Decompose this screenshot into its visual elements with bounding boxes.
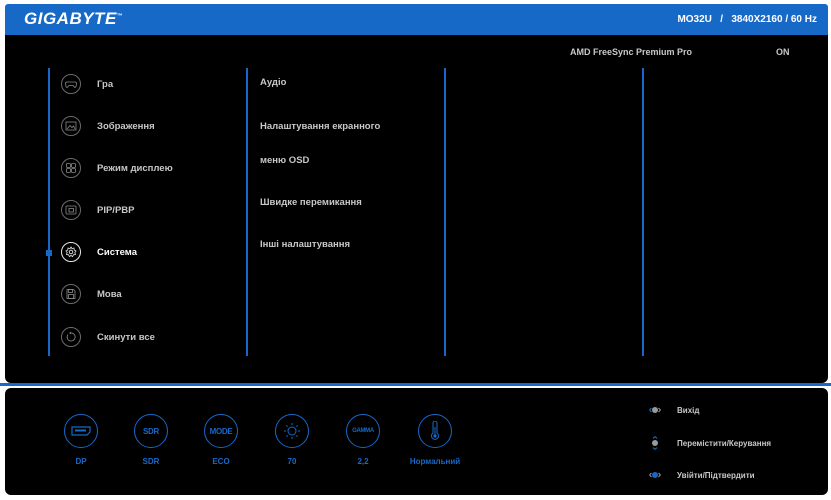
help-enter-label: Увійти/Підтвердити [677, 470, 755, 480]
menu-item-label: Режим дисплею [97, 162, 173, 174]
model-separator: / [720, 14, 724, 25]
joystick-updown-icon [647, 435, 663, 451]
menu-column-line [48, 68, 50, 356]
panel-divider [0, 383, 831, 386]
submenu-item-other-settings[interactable]: Інші налаштування [260, 239, 350, 250]
status-input: DP [61, 414, 101, 466]
joystick-press-icon [647, 467, 663, 483]
menu-item-display-mode[interactable]: Режим дисплею [61, 157, 173, 179]
osd-screen: GIGABYTE™ MO32U / 3840X2160 / 60 Hz AMD … [0, 0, 831, 500]
header-bar: GIGABYTE™ MO32U / 3840X2160 / 60 Hz [5, 4, 828, 35]
submenu-item-audio[interactable]: Аудіо [260, 77, 286, 88]
help-move-label: Перемістити/Керування [677, 438, 772, 448]
status-gamma: GAMMA 2,2 [343, 414, 383, 466]
submenu-item-osd-settings-line2[interactable]: меню OSD [260, 155, 309, 166]
help-move: Перемістити/Керування [647, 435, 771, 451]
gamma-icon: GAMMA [346, 414, 380, 448]
main-menu-panel: AMD FreeSync Premium Pro ON Гра Зображен… [5, 35, 828, 383]
dynamic-range-value: SDR [142, 457, 160, 466]
status-picture-mode: MODE ECO [201, 414, 241, 466]
menu-item-label: Система [97, 246, 137, 258]
reset-icon [61, 327, 81, 347]
gamepad-icon [61, 74, 81, 94]
help-exit: Вихід [647, 402, 699, 418]
menu-item-pip-pbp[interactable]: PIP/PBP [61, 199, 135, 221]
resolution-text: 3840X2160 / 60 Hz [731, 14, 817, 25]
joystick-left-icon [647, 402, 663, 418]
values-column-line [642, 68, 644, 356]
menu-item-system[interactable]: Система [61, 241, 137, 263]
menu-item-label: PIP/PBP [97, 204, 135, 216]
menu-item-game[interactable]: Гра [61, 73, 113, 95]
submenu-item-osd-settings[interactable]: Налаштування екранного [260, 121, 380, 132]
brightness-value: 70 [287, 457, 297, 466]
model-info: MO32U / 3840X2160 / 60 Hz [677, 14, 817, 25]
mode-icon: MODE [204, 414, 238, 448]
color-temperature-value: Нормальний [409, 457, 461, 466]
display-mode-icon [61, 158, 81, 178]
pip-icon [61, 200, 81, 220]
submenu-column-line [246, 68, 248, 356]
selection-marker [46, 250, 52, 256]
save-icon [61, 284, 81, 304]
port-icon [64, 414, 98, 448]
menu-item-label: Зображення [97, 120, 155, 132]
gear-icon [61, 242, 81, 262]
help-exit-label: Вихід [677, 405, 700, 415]
menu-item-language[interactable]: Мова [61, 283, 122, 305]
model-name: MO32U [677, 14, 712, 25]
gamma-value: 2,2 [357, 457, 369, 466]
submenu-item-quick-switch[interactable]: Швидке перемикання [260, 197, 362, 208]
status-panel: DP SDR SDR MODE ECO 70 GAMMA 2,2 Нормаль… [5, 388, 828, 495]
picture-mode-value: ECO [212, 457, 230, 466]
brand-logo: GIGABYTE™ [24, 9, 124, 28]
status-color-temperature: Нормальний [410, 414, 460, 466]
help-enter: Увійти/Підтвердити [647, 467, 755, 483]
status-brightness: 70 [272, 414, 312, 466]
freesync-label: AMD FreeSync Premium Pro [570, 47, 693, 57]
menu-item-label: Скинути все [97, 331, 155, 343]
menu-item-reset-all[interactable]: Скинути все [61, 326, 155, 348]
picture-icon [61, 116, 81, 136]
options-column-line [444, 68, 446, 356]
temperature-icon [418, 414, 452, 448]
status-dynamic-range: SDR SDR [131, 414, 171, 466]
sdr-icon: SDR [134, 414, 168, 448]
brightness-icon [275, 414, 309, 448]
freesync-value: ON [776, 47, 790, 57]
menu-item-label: Гра [97, 78, 114, 90]
menu-item-label: Мова [97, 288, 122, 300]
input-value: DP [75, 457, 87, 466]
menu-item-picture[interactable]: Зображення [61, 115, 155, 137]
